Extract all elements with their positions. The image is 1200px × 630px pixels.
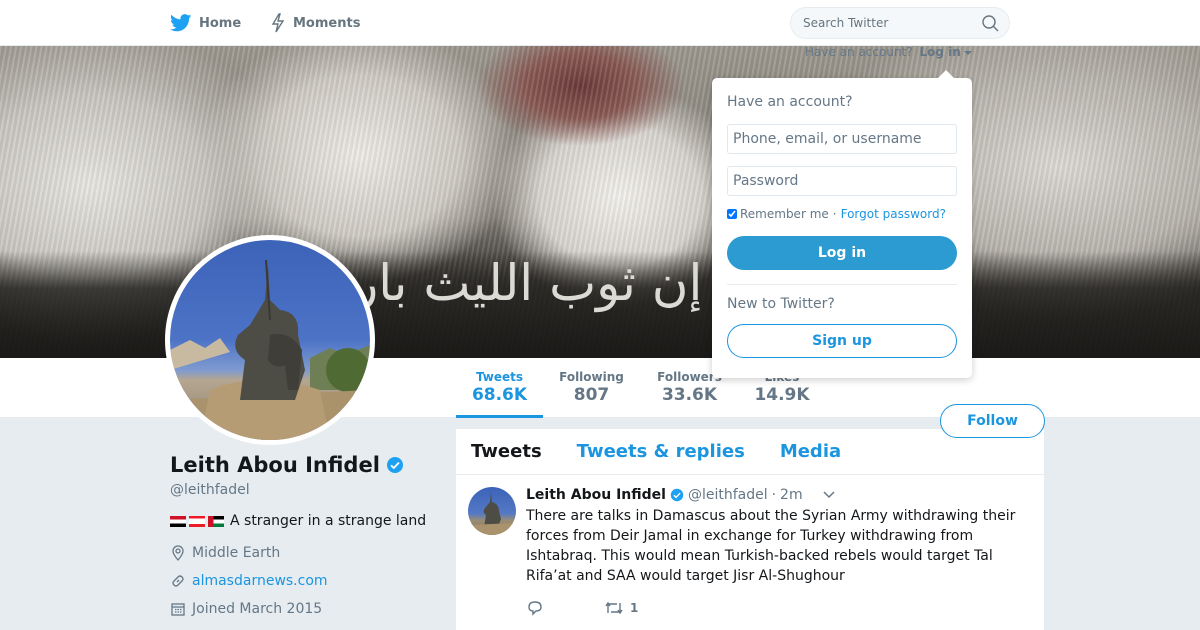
statue-thumbnail <box>468 492 516 535</box>
location-text: Middle Earth <box>192 545 281 561</box>
search-icon[interactable] <box>982 15 999 32</box>
lightning-icon <box>271 13 285 33</box>
nav-moments[interactable]: Moments <box>270 0 360 46</box>
stat-label: Tweets <box>475 370 524 384</box>
login-prompt: Have an account? Log in <box>805 45 972 59</box>
palestine-flag-icon <box>208 515 224 527</box>
remember-checkbox[interactable] <box>727 209 737 219</box>
stat-value: 33.6K <box>661 385 718 405</box>
website-link[interactable]: almasdarnews.com <box>192 573 328 589</box>
nav-home-label: Home <box>199 15 242 31</box>
search-box <box>790 7 1010 39</box>
tab-media[interactable]: Media <box>780 441 841 462</box>
tweet-actions: 1 <box>526 600 1029 616</box>
avatar[interactable] <box>165 235 375 445</box>
follow-button[interactable]: Follow <box>940 404 1045 438</box>
profile-bio: A stranger in a strange land <box>170 513 426 529</box>
retweet-icon <box>605 601 623 615</box>
tweet-timestamp[interactable]: 2m <box>780 487 803 503</box>
nav-moments-label: Moments <box>293 15 361 31</box>
login-dropdown: Have an account? Remember me · Forgot pa… <box>712 70 972 378</box>
profile-name: Leith Abou Infidel <box>170 453 380 477</box>
tweet-item[interactable]: Leith Abou Infidel @leithfadel · 2m Ther… <box>456 475 1044 616</box>
login-button[interactable]: Log in <box>727 236 957 270</box>
stat-value: 14.9K <box>754 385 810 405</box>
tab-tweets[interactable]: Tweets <box>471 441 542 462</box>
statue-image <box>170 259 370 440</box>
remember-row: Remember me · Forgot password? <box>727 207 946 221</box>
username-field[interactable] <box>727 124 957 154</box>
nav-home[interactable]: Home <box>170 0 241 46</box>
profile-name-row: Leith Abou Infidel <box>170 453 404 477</box>
syria-flag-icon <box>170 515 186 527</box>
verified-badge-icon <box>670 488 684 502</box>
twitter-bird-icon <box>170 14 192 32</box>
stat-label: Following <box>559 370 624 384</box>
dropdown-divider <box>727 284 957 285</box>
bio-text: A stranger in a strange land <box>230 513 427 529</box>
tab-tweets-and-replies[interactable]: Tweets & replies <box>577 441 745 462</box>
profile-handle[interactable]: @leithfadel <box>170 482 250 498</box>
tweet-text: There are talks in Damascus about the Sy… <box>526 508 1016 584</box>
timeline: Tweets Tweets & replies Media Leith Abou… <box>456 429 1044 630</box>
stat-value: 807 <box>573 385 610 405</box>
joined-text: Joined March 2015 <box>192 601 323 617</box>
tweet-separator: · <box>771 487 777 503</box>
dropdown-title: Have an account? <box>727 94 853 110</box>
signup-button[interactable]: Sign up <box>727 324 957 358</box>
link-icon <box>172 575 184 587</box>
profile-website: almasdarnews.com <box>170 573 328 589</box>
caret-down-icon[interactable] <box>963 50 972 55</box>
top-navigation: Home Moments <box>0 0 1200 46</box>
tweet-header: Leith Abou Infidel @leithfadel · 2m <box>526 485 1029 505</box>
stat-value: 68.6K <box>471 385 528 405</box>
chevron-down-icon[interactable] <box>823 491 835 499</box>
remember-label[interactable]: Remember me <box>740 207 829 221</box>
stat-tweets[interactable]: Tweets 68.6K <box>456 358 543 418</box>
forgot-password-link[interactable]: Forgot password? <box>841 207 946 221</box>
search-input[interactable] <box>791 8 971 38</box>
retweet-button[interactable]: 1 <box>604 601 638 615</box>
verified-badge-icon <box>386 457 403 473</box>
flag-group <box>170 515 224 527</box>
profile-joined: Joined March 2015 <box>170 601 322 617</box>
profile-location: Middle Earth <box>170 545 280 561</box>
new-to-twitter-text: New to Twitter? <box>727 296 835 312</box>
retweet-count: 1 <box>630 601 639 615</box>
reply-icon <box>528 601 542 616</box>
tweet-avatar[interactable] <box>468 487 516 535</box>
lebanon-flag-icon <box>189 515 205 527</box>
tweet-author-name[interactable]: Leith Abou Infidel <box>526 487 666 503</box>
location-pin-icon <box>172 545 184 561</box>
login-link[interactable]: Log in <box>919 45 960 59</box>
stat-following[interactable]: Following 807 <box>553 358 630 418</box>
banner-arabic-text: إن ثوب الليث بارز <box>330 254 703 312</box>
tweet-author-handle[interactable]: @leithfadel <box>688 487 768 503</box>
calendar-icon <box>171 603 185 616</box>
have-account-text: Have an account? <box>805 45 913 59</box>
reply-button[interactable] <box>526 600 544 616</box>
separator-dot: · <box>832 207 837 221</box>
password-field[interactable] <box>727 166 957 196</box>
